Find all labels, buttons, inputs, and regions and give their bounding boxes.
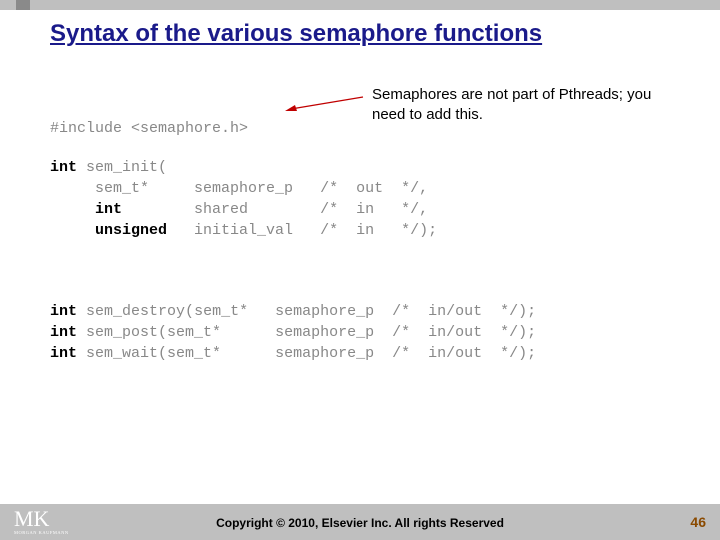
ret-type: int	[50, 324, 77, 341]
sem-destroy-line: int sem_destroy(sem_t* semaphore_p /* in…	[50, 301, 670, 322]
ret-type: int	[50, 345, 77, 362]
comment: /* in/out */);	[392, 345, 536, 362]
code-area: #include <semaphore.h> int sem_init( sem…	[50, 118, 670, 364]
header-bar	[0, 0, 720, 10]
sem-init-p1: sem_t* semaphore_p /* out */,	[50, 178, 670, 199]
sem-wait-line: int sem_wait(sem_t* semaphore_p /* in/ou…	[50, 343, 670, 364]
fn-name: sem_wait(	[86, 345, 167, 362]
arg-type: sem_t*	[167, 324, 221, 341]
include-file: <semaphore.h>	[131, 120, 248, 137]
fn-name: sem_post(	[86, 324, 167, 341]
p3-name: initial_val	[194, 222, 293, 239]
comment: /* in/out */);	[392, 303, 536, 320]
ret-type: int	[50, 159, 77, 176]
p1-type: sem_t*	[95, 180, 149, 197]
include-line: #include <semaphore.h>	[50, 118, 670, 139]
p1-name: semaphore_p	[194, 180, 293, 197]
comment: /* in/out */);	[392, 324, 536, 341]
sem-post-line: int sem_post(sem_t* semaphore_p /* in/ou…	[50, 322, 670, 343]
callout-arrow	[285, 95, 365, 113]
logo-sub: MORGAN KAUFMANN	[14, 530, 74, 535]
page-number: 46	[690, 514, 706, 530]
sem-init-line1: int sem_init(	[50, 157, 670, 178]
fn-name: sem_destroy(	[86, 303, 194, 320]
arg-type: sem_t*	[167, 345, 221, 362]
p3-comment: /* in */);	[320, 222, 437, 239]
p2-comment: /* in */,	[320, 201, 428, 218]
fn-name: sem_init(	[86, 159, 167, 176]
p1-comment: /* out */,	[320, 180, 428, 197]
copyright-text: Copyright © 2010, Elsevier Inc. All righ…	[0, 516, 720, 530]
p3-type: unsigned	[95, 222, 167, 239]
sem-init-p3: unsigned initial_val /* in */);	[50, 220, 670, 241]
arg-name: semaphore_p	[275, 303, 374, 320]
arg-name: semaphore_p	[275, 324, 374, 341]
p2-name: shared	[194, 201, 248, 218]
include-hash: #include	[50, 120, 122, 137]
slide-title: Syntax of the various semaphore function…	[50, 20, 542, 48]
sem-init-p2: int shared /* in */,	[50, 199, 670, 220]
ret-type: int	[50, 303, 77, 320]
p2-type: int	[95, 201, 122, 218]
arg-type: sem_t*	[194, 303, 248, 320]
arg-name: semaphore_p	[275, 345, 374, 362]
